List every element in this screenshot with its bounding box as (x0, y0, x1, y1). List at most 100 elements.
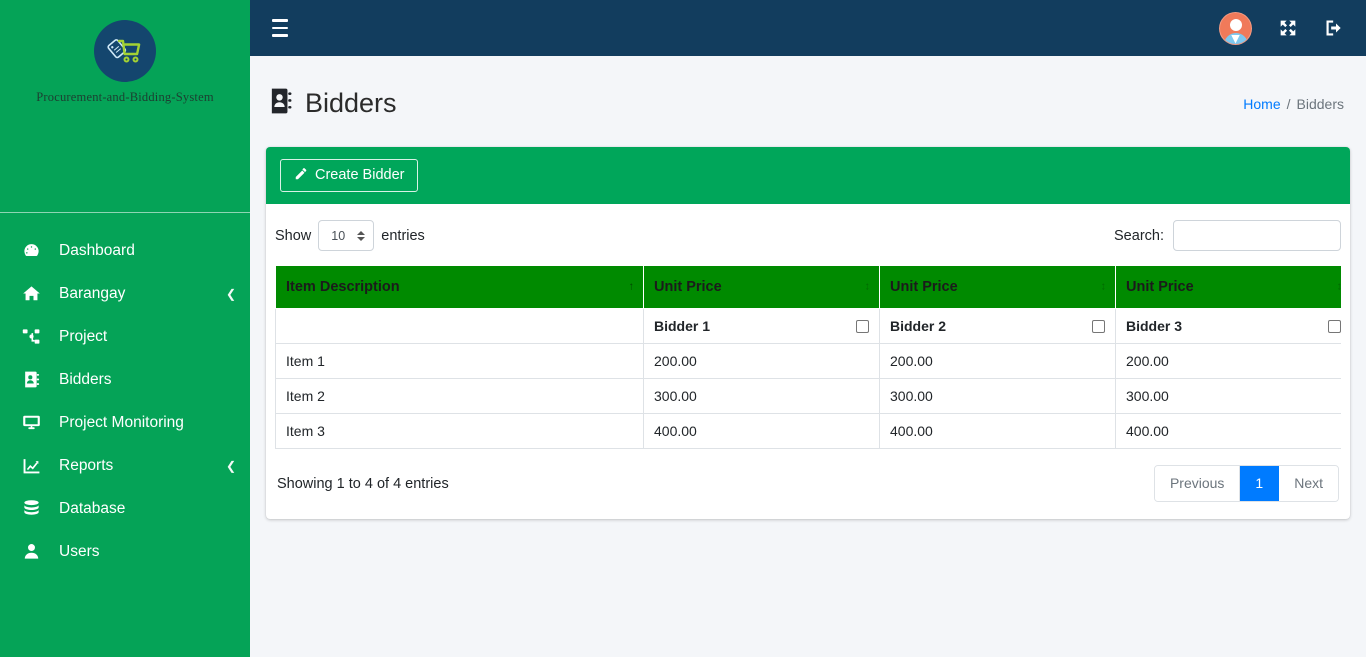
pagination-page-1[interactable]: 1 (1240, 466, 1280, 501)
card-body: Show 10 entries Search: Item Description… (266, 204, 1350, 519)
table-row: Item 2 300.00 300.00 300.00 (275, 378, 1341, 415)
sidebar-item-database[interactable]: Database (0, 487, 250, 530)
sidebar-divider (0, 212, 250, 213)
sidebar-item-label: Dashboard (59, 241, 135, 259)
page-title-wrap: Bidders (268, 72, 397, 135)
entries-label: entries (381, 227, 425, 244)
cell-unit-price-1: 200.00 (643, 343, 880, 380)
page-title: Bidders (305, 88, 397, 119)
sitemap-icon (22, 327, 48, 347)
hamburger-icon[interactable] (272, 19, 294, 37)
entries-info: Showing 1 to 4 of 4 entries (277, 475, 449, 492)
chart-line-icon (22, 456, 48, 476)
cell-unit-price-2: 300.00 (879, 378, 1116, 415)
cell-unit-price-3: 400.00 (1115, 413, 1341, 450)
avatar[interactable] (1219, 11, 1252, 45)
breadcrumb-home-link[interactable]: Home (1243, 96, 1280, 112)
breadcrumb-separator: / (1286, 95, 1291, 112)
bidders-table: Item Description ↑ Unit Price ↕ Unit Pri… (275, 265, 1341, 450)
logo-icon (94, 20, 156, 82)
card-header: Create Bidder (266, 147, 1350, 205)
cell-item-description: Item 1 (275, 343, 644, 380)
bidder-cell-1: Bidder 1 (643, 308, 880, 345)
address-book-icon (22, 370, 48, 390)
desktop-icon (22, 413, 48, 433)
sidebar-item-label: Barangay (59, 284, 126, 302)
sidebar-item-label: Project (59, 327, 108, 345)
pagination-next[interactable]: Next (1279, 466, 1338, 501)
sidebar-item-reports[interactable]: Reports ❮ (0, 444, 250, 487)
column-header-unit-price-2[interactable]: Unit Price ↕ (879, 265, 1116, 310)
table-scroll-wrap: Item Description ↑ Unit Price ↕ Unit Pri… (275, 265, 1341, 450)
sidebar-item-users[interactable]: Users (0, 530, 250, 573)
search-label: Search: (1114, 227, 1164, 244)
table-body: Bidder 1 Bidder 2 Bidder 3 Item 1 200.00… (275, 308, 1341, 450)
address-book-icon (268, 87, 294, 120)
chevron-left-icon[interactable]: ❮ (226, 288, 236, 300)
database-icon (22, 499, 48, 519)
chevron-left-icon[interactable]: ❮ (226, 460, 236, 472)
brand-block[interactable]: Procurement-and-Bidding-System (0, 0, 250, 213)
bidders-card: Create Bidder Show 10 entries Search: It… (266, 147, 1350, 519)
content-area: Bidders Home / Bidders Create Bidder Sho… (250, 56, 1366, 657)
datatable-controls: Show 10 entries Search: (275, 216, 1341, 265)
entries-length-control: Show 10 entries (275, 220, 425, 252)
table-row: Item 3 400.00 400.00 400.00 (275, 413, 1341, 450)
bidder-cell-3: Bidder 3 (1115, 308, 1341, 345)
sidebar-item-project[interactable]: Project (0, 315, 250, 358)
bidder-name: Bidder 3 (1126, 318, 1183, 335)
bidder-name: Bidder 1 (654, 318, 711, 335)
cell-unit-price-3: 200.00 (1115, 343, 1341, 380)
column-label: Unit Price (654, 279, 722, 296)
cell-item-description: Item 2 (275, 378, 644, 415)
pagination: Previous 1 Next (1153, 465, 1339, 502)
cell-unit-price-1: 300.00 (643, 378, 880, 415)
page-length-select[interactable]: 10 (318, 220, 375, 252)
cell-unit-price-2: 200.00 (879, 343, 1116, 380)
table-header-row: Item Description ↑ Unit Price ↕ Unit Pri… (275, 265, 1341, 310)
page-header: Bidders Home / Bidders (250, 56, 1366, 147)
sort-arrow-icon: ↕ (1100, 280, 1107, 293)
sidebar-item-label: Bidders (59, 370, 112, 388)
bidder-checkbox-2[interactable] (1092, 319, 1105, 333)
app-root: Procurement-and-Bidding-System Dashboard (0, 0, 1366, 657)
cell-unit-price-3: 300.00 (1115, 378, 1341, 415)
table-row: Item 1 200.00 200.00 200.00 (275, 343, 1341, 380)
chevron-updown-icon (357, 230, 366, 241)
datatable-footer: Showing 1 to 4 of 4 entries Previous 1 N… (275, 449, 1341, 510)
sidebar-item-label: Reports (59, 456, 114, 474)
sidebar-item-label: Users (59, 542, 100, 560)
sidebar-item-dashboard[interactable]: Dashboard (0, 229, 250, 272)
sidebar-item-project-monitoring[interactable]: Project Monitoring (0, 401, 250, 444)
sort-arrow-icon: ↑ (628, 280, 635, 293)
sidebar-item-barangay[interactable]: Barangay ❮ (0, 272, 250, 315)
column-label: Unit Price (1126, 279, 1194, 296)
sign-out-icon[interactable] (1324, 18, 1344, 38)
sort-arrow-icon: ↕ (864, 280, 871, 293)
topbar-actions (1219, 11, 1344, 45)
bidder-checkbox-1[interactable] (856, 319, 869, 333)
cell-unit-price-1: 400.00 (643, 413, 880, 450)
sidebar-item-bidders[interactable]: Bidders (0, 358, 250, 401)
tachometer-icon (22, 241, 48, 261)
column-header-item-description[interactable]: Item Description ↑ (275, 265, 644, 310)
sidebar: Procurement-and-Bidding-System Dashboard (0, 0, 250, 657)
sidebar-nav: Dashboard Barangay ❮ Project Bidders Pro… (0, 213, 250, 573)
breadcrumb: Home / Bidders (1243, 96, 1344, 112)
column-header-unit-price-3[interactable]: Unit Price ↕ (1115, 265, 1341, 310)
column-label: Item Description (286, 279, 400, 296)
sidebar-item-label: Project Monitoring (59, 413, 184, 431)
expand-arrows-icon[interactable] (1278, 18, 1298, 38)
create-bidder-button[interactable]: Create Bidder (280, 158, 419, 193)
pagination-previous[interactable]: Previous (1154, 466, 1241, 501)
bidder-checkbox-3[interactable] (1328, 319, 1341, 333)
column-label: Unit Price (890, 279, 958, 296)
pencil-icon (294, 167, 308, 185)
bidder-cell-2: Bidder 2 (879, 308, 1116, 345)
brand-name: Procurement-and-Bidding-System (36, 90, 214, 104)
search-input[interactable] (1173, 220, 1341, 252)
create-bidder-label: Create Bidder (315, 167, 405, 184)
column-header-unit-price-1[interactable]: Unit Price ↕ (643, 265, 880, 310)
cell-unit-price-2: 400.00 (879, 413, 1116, 450)
breadcrumb-current: Bidders (1296, 95, 1344, 112)
